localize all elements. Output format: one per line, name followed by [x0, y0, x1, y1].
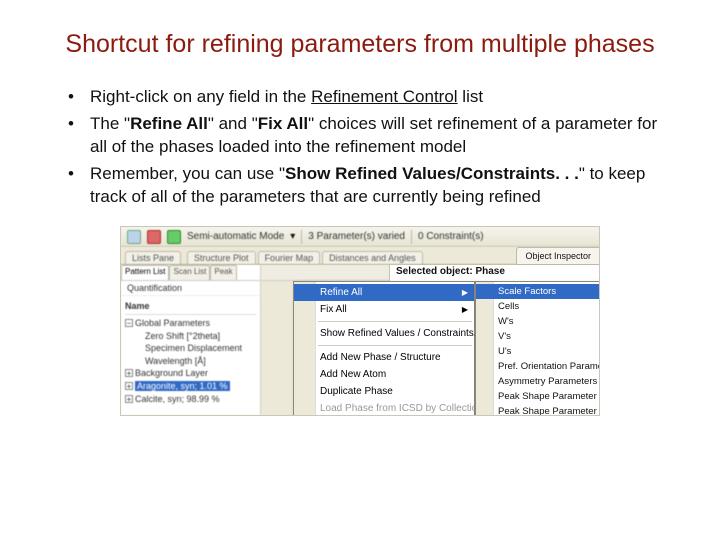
bullet-3: Remember, you can use "Show Refined Valu… — [68, 163, 672, 209]
chevron-right-icon: ▶ — [462, 305, 468, 314]
left-pane: Pattern List Scan List Peak Quantificati… — [121, 265, 261, 415]
menu-fix-all[interactable]: Fix All▶ — [294, 301, 474, 318]
bullet-list: Right-click on any field in the Refineme… — [48, 86, 672, 209]
menu-refine-all[interactable]: Refine All▶ — [294, 284, 474, 301]
submenu-refine-all: Scale Factors Cells W's V's U's Pref. Or… — [475, 281, 600, 416]
toolbar-icon[interactable] — [147, 230, 161, 244]
toolbar-params: 3 Parameter(s) varied — [308, 231, 405, 242]
tab-fourier-map[interactable]: Fourier Map — [258, 251, 321, 264]
tree-background[interactable]: +Background Layer — [125, 367, 256, 380]
menu-show-refined[interactable]: Show Refined Values / Constraints... — [294, 325, 474, 342]
tab-peak[interactable]: Peak — [210, 265, 236, 280]
toolbar-icon[interactable] — [127, 230, 141, 244]
sub-peak-shape-1[interactable]: Peak Shape Parameter 1's — [476, 389, 600, 404]
sub-vs[interactable]: V's — [476, 329, 600, 344]
tree-wavelength[interactable]: Wavelength [Å] — [125, 355, 256, 368]
tree-aragonite[interactable]: +Aragonite, syn; 1.01 % — [125, 380, 256, 393]
sub-asymmetry[interactable]: Asymmetry Parameters — [476, 374, 600, 389]
tree-zero-shift[interactable]: Zero Shift [°2theta] — [125, 330, 256, 343]
tab-structure-plot[interactable]: Structure Plot — [187, 251, 256, 264]
app-toolbar: Semi-automatic Mode ▾ 3 Parameter(s) var… — [121, 227, 599, 247]
menu-duplicate-phase[interactable]: Duplicate Phase — [294, 383, 474, 400]
sub-peak-shape-2[interactable]: Peak Shape Parameter 2's — [476, 404, 600, 416]
sub-us[interactable]: U's — [476, 344, 600, 359]
tab-pattern-list[interactable]: Pattern List — [121, 265, 169, 280]
tab-object-inspector[interactable]: Object Inspector — [516, 247, 599, 265]
toolbar-constraints: 0 Constraint(s) — [418, 231, 484, 242]
menu-load-icsd: Load Phase from ICSD by Collection Code.… — [294, 400, 474, 416]
menu-add-phase[interactable]: Add New Phase / Structure — [294, 349, 474, 366]
menu-add-atom[interactable]: Add New Atom — [294, 366, 474, 383]
bullet-1: Right-click on any field in the Refineme… — [68, 86, 672, 109]
tree-calcite[interactable]: +Calcite, syn; 98.99 % — [125, 393, 256, 406]
bullet-2: The "Refine All" and "Fix All" choices w… — [68, 113, 672, 159]
sub-scale-factors[interactable]: Scale Factors — [476, 284, 600, 299]
selected-object-bar: Selected object: Phase — [389, 265, 599, 281]
quantification-label: Quantification — [121, 281, 260, 296]
tree-specimen-disp[interactable]: Specimen Displacement — [125, 342, 256, 355]
tree-global[interactable]: −Global Parameters — [125, 317, 256, 330]
sub-cells[interactable]: Cells — [476, 299, 600, 314]
chevron-right-icon: ▶ — [462, 288, 468, 297]
slide-title: Shortcut for refining parameters from mu… — [48, 28, 672, 62]
sub-ws[interactable]: W's — [476, 314, 600, 329]
tab-lists-pane[interactable]: Lists Pane — [125, 251, 181, 264]
screenshot-panel: Semi-automatic Mode ▾ 3 Parameter(s) var… — [120, 226, 600, 416]
toolbar-mode: Semi-automatic Mode — [187, 231, 284, 242]
refinement-tree: Name −Global Parameters Zero Shift [°2th… — [121, 296, 260, 409]
sub-pref-orientation[interactable]: Pref. Orientation Parameters — [476, 359, 600, 374]
tab-scan-list[interactable]: Scan List — [169, 265, 210, 280]
tab-distances[interactable]: Distances and Angles — [322, 251, 423, 264]
context-menu: Refine All▶ Fix All▶ Show Refined Values… — [293, 281, 475, 416]
toolbar-icon[interactable] — [167, 230, 181, 244]
